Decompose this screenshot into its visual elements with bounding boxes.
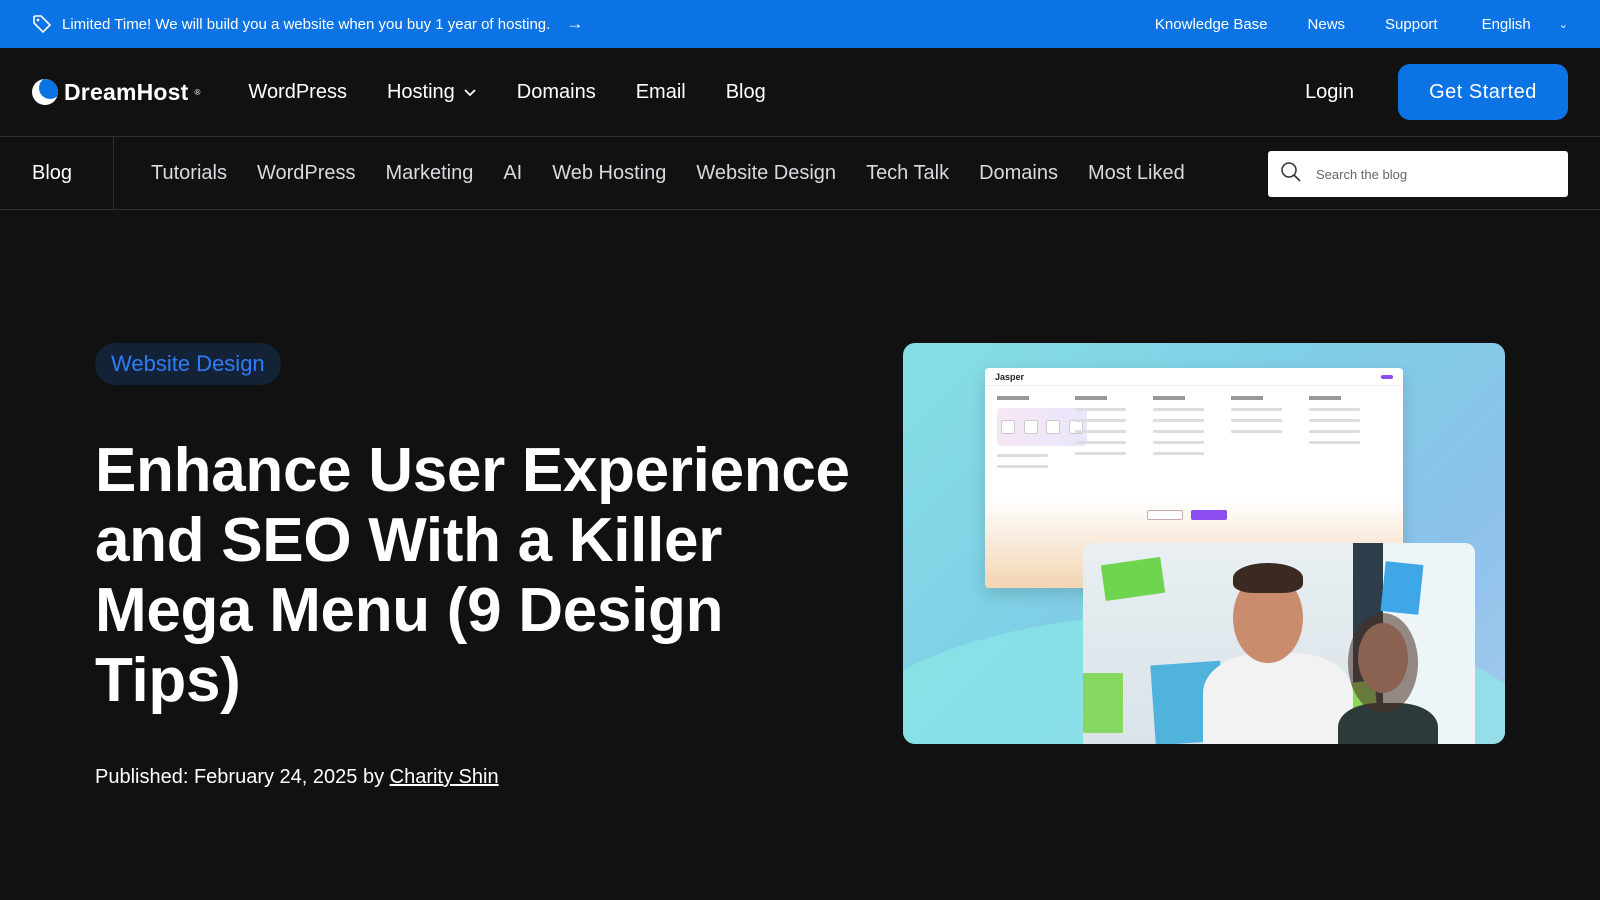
nav-item-blog[interactable]: Blog xyxy=(726,81,766,104)
news-link[interactable]: News xyxy=(1308,16,1346,33)
logo[interactable]: DreamHost ® xyxy=(32,79,200,106)
article-meta: Published: February 24, 2025 by Charity … xyxy=(95,766,499,789)
promo-link[interactable]: Limited Time! We will build you a websit… xyxy=(32,14,583,34)
promo-text[interactable]: Limited Time! We will build you a websit… xyxy=(62,16,550,33)
category-ai[interactable]: AI xyxy=(503,162,522,185)
category-domains[interactable]: Domains xyxy=(979,162,1058,185)
nav-item-label: Domains xyxy=(516,80,596,103)
nav-item-domains[interactable]: Domains xyxy=(517,81,596,104)
nav-item-label: Blog xyxy=(725,80,766,103)
category-badge[interactable]: Website Design xyxy=(95,343,281,385)
get-started-button[interactable]: Get Started xyxy=(1398,64,1568,120)
photo-people-sticky-notes xyxy=(1083,543,1475,744)
nav-item-label: Email xyxy=(635,80,686,103)
blog-nav: Blog Tutorials WordPress Marketing AI We… xyxy=(0,136,1600,210)
promo-bar: Limited Time! We will build you a websit… xyxy=(0,0,1600,48)
category-wordpress[interactable]: WordPress xyxy=(257,162,356,185)
nav-item-label: Hosting xyxy=(386,80,455,103)
article-title: Enhance User Experience and SEO With a K… xyxy=(95,436,850,715)
language-label: English xyxy=(1481,15,1531,33)
logo-mark-icon xyxy=(32,79,58,105)
chevron-down-icon xyxy=(463,86,477,101)
category-marketing[interactable]: Marketing xyxy=(386,162,474,185)
nav-item-email[interactable]: Email xyxy=(636,81,686,104)
mock-demo-button xyxy=(1381,374,1393,379)
login-link[interactable]: Login xyxy=(1305,81,1354,104)
main-nav: DreamHost ® WordPress Hosting Domains Em… xyxy=(0,48,1600,137)
tag-icon xyxy=(32,14,52,34)
search-input[interactable] xyxy=(1316,166,1546,182)
nav-item-hosting[interactable]: Hosting xyxy=(387,81,477,104)
mock-brand: Jasper xyxy=(995,371,1025,382)
logo-text: DreamHost xyxy=(64,78,189,105)
language-select[interactable]: English ⌄ xyxy=(1482,16,1568,33)
blog-home-link[interactable]: Blog xyxy=(0,136,114,210)
author-link[interactable]: Charity Shin xyxy=(390,766,499,788)
category-tutorials[interactable]: Tutorials xyxy=(151,162,227,185)
knowledge-base-link[interactable]: Knowledge Base xyxy=(1155,16,1268,33)
category-web-hosting[interactable]: Web Hosting xyxy=(552,162,666,185)
search-icon xyxy=(1280,161,1302,188)
hero-image: Jasper xyxy=(903,343,1505,744)
published-label: Published: February 24, 2025 by xyxy=(95,766,385,788)
nav-item-label: WordPress xyxy=(248,80,347,103)
support-link[interactable]: Support xyxy=(1385,16,1438,33)
nav-item-wordpress[interactable]: WordPress xyxy=(248,81,347,104)
category-website-design[interactable]: Website Design xyxy=(696,162,836,185)
category-most-liked[interactable]: Most Liked xyxy=(1088,162,1185,185)
registered-mark: ® xyxy=(194,87,201,97)
search-box[interactable] xyxy=(1268,151,1568,197)
chevron-down-icon: ⌄ xyxy=(1558,18,1568,31)
category-tech-talk[interactable]: Tech Talk xyxy=(866,162,949,185)
arrow-right-icon: → xyxy=(566,14,584,33)
